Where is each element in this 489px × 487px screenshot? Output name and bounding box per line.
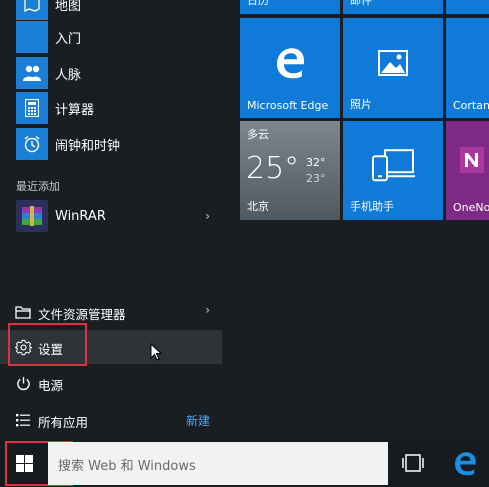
photo-icon: [378, 50, 408, 80]
chevron-right-icon[interactable]: ›: [205, 303, 210, 317]
tile-label: 日历: [247, 0, 269, 7]
phone-laptop-icon: [371, 148, 415, 186]
power-item[interactable]: 电源: [0, 366, 222, 400]
onenote-icon: [460, 143, 489, 181]
tiles-pane: 日历 邮件 Microsoft Edge 照片 Cortan 多云 25° 32…: [240, 0, 489, 440]
app-item-alarms-clock[interactable]: 闹钟和时钟: [0, 127, 222, 161]
tile-label: Cortana: [453, 99, 489, 112]
tile-photos[interactable]: 照片: [343, 18, 443, 118]
app-item-get-started[interactable]: 入门: [0, 20, 222, 54]
app-item-label: 入门: [55, 31, 82, 47]
start-menu: 地图 入门 人脉 计算器 闹钟和时钟 最近添加 WinRAR › 文件资源管理器…: [0, 0, 489, 440]
tile-label: 手机助手: [350, 200, 394, 213]
weather-city: 北京: [247, 200, 269, 213]
app-item-calculator[interactable]: 计算器: [0, 91, 222, 125]
tile-label: 照片: [350, 98, 372, 111]
app-item-label: 地图: [55, 0, 82, 14]
tile-weather[interactable]: 多云 25° 32° 23° 北京: [240, 121, 340, 220]
app-item-maps[interactable]: 地图: [0, 0, 222, 21]
file-explorer-label: 文件资源管理器: [38, 307, 126, 322]
tile-calendar[interactable]: 日历: [240, 0, 340, 14]
app-item-label: 人脉: [55, 67, 82, 83]
weather-high: 32°: [306, 156, 326, 169]
weather-condition: 多云: [247, 128, 269, 141]
winrar-icon: [16, 200, 48, 232]
tile-unknown[interactable]: [446, 0, 489, 14]
power-label: 电源: [38, 378, 64, 393]
list-icon: [14, 411, 32, 429]
app-item-label: 计算器: [55, 102, 95, 118]
tile-phone-companion[interactable]: 手机助手: [343, 121, 443, 220]
map-icon: [16, 0, 48, 20]
app-item-people[interactable]: 人脉: [0, 56, 222, 90]
new-badge: 新建: [185, 414, 210, 428]
folder-icon: [14, 303, 32, 321]
alarm-clock-icon: [16, 128, 48, 160]
start-left-pane: 地图 入门 人脉 计算器 闹钟和时钟 最近添加 WinRAR › 文件资源管理器…: [0, 0, 232, 440]
app-item-label: 闹钟和时钟: [55, 138, 121, 154]
tile-microsoft-edge[interactable]: Microsoft Edge: [240, 18, 340, 118]
tile-label: 邮件: [350, 0, 372, 7]
tile-label: Microsoft Edge: [247, 99, 329, 112]
power-icon: [14, 374, 32, 392]
recently-added-heading: 最近添加: [16, 180, 60, 193]
weather-low: 23°: [306, 172, 326, 185]
search-box[interactable]: 搜索 Web 和 Windows: [48, 442, 388, 485]
tile-cortana[interactable]: Cortana: [446, 18, 489, 118]
all-apps-item[interactable]: 所有应用 新建: [0, 403, 222, 437]
app-item-label: WinRAR: [55, 208, 106, 224]
people-icon: [16, 57, 48, 89]
calculator-icon: [16, 92, 48, 124]
edge-icon: [273, 45, 307, 83]
highlight-box-settings: [8, 323, 87, 366]
taskbar: 搜索 Web 和 Windows: [0, 440, 489, 487]
task-view-icon[interactable]: [402, 453, 424, 477]
tile-mail[interactable]: 邮件: [343, 0, 443, 14]
chevron-right-icon[interactable]: ›: [205, 209, 210, 223]
all-apps-label: 所有应用: [38, 415, 89, 430]
weather-temperature: 25°: [246, 151, 300, 186]
lightbulb-icon: [16, 21, 48, 53]
edge-taskbar-icon[interactable]: [452, 450, 478, 480]
tile-onenote[interactable]: OneNote: [446, 121, 489, 220]
app-item-winrar[interactable]: WinRAR ›: [0, 199, 222, 233]
search-placeholder: 搜索 Web 和 Windows: [58, 459, 196, 474]
mouse-cursor-icon: [150, 342, 163, 365]
tile-label: OneNote: [453, 201, 489, 214]
